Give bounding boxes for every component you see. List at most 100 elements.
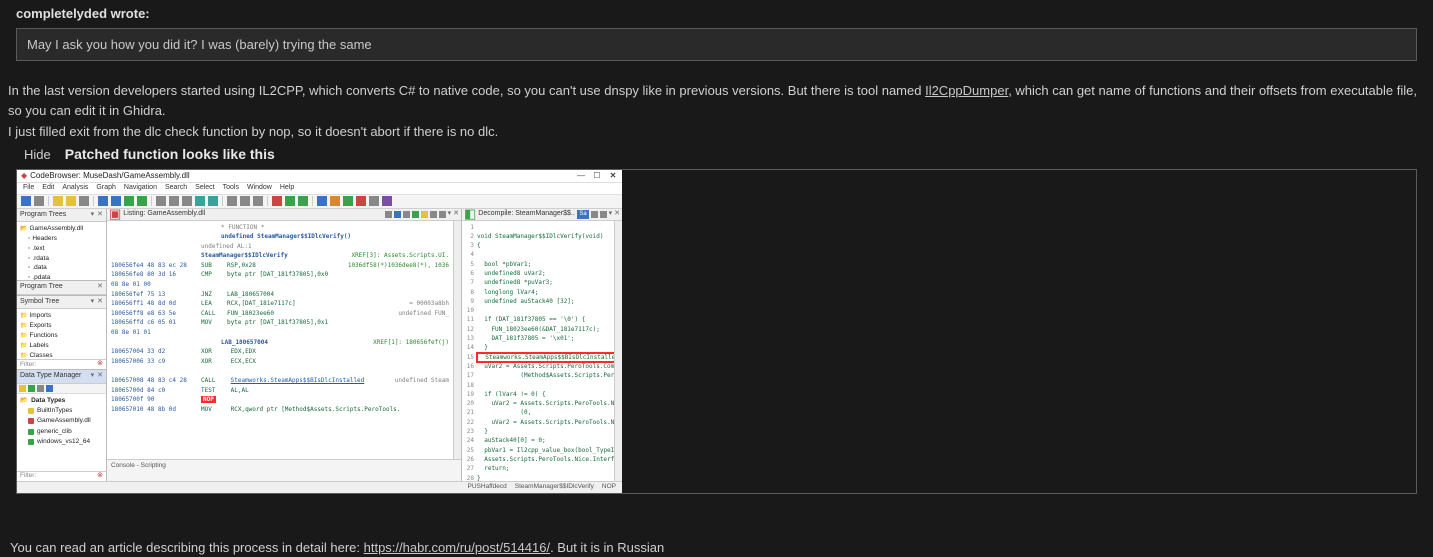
- tree-node[interactable]: Labels: [20, 341, 103, 351]
- tree-node[interactable]: Classes: [20, 351, 103, 359]
- menu-item[interactable]: Edit: [42, 183, 54, 194]
- toolbar-icon[interactable]: [19, 385, 26, 392]
- right-column: ◧ Decompile: SteamManager$$... Sa ▾ ✕ 12…: [462, 209, 622, 481]
- scrollbar[interactable]: [453, 221, 461, 459]
- toolbar-icon[interactable]: [382, 196, 392, 206]
- spoiler-title: Patched function looks like this: [65, 144, 275, 165]
- toolbar-icon[interactable]: [285, 196, 295, 206]
- panel-close-icon[interactable]: ✕: [97, 210, 103, 221]
- toolbar-icon[interactable]: [430, 211, 437, 218]
- habr-link[interactable]: https://habr.com/ru/post/514416/: [364, 540, 550, 555]
- toolbar-icon[interactable]: [253, 196, 263, 206]
- tree-node[interactable]: .rdata: [20, 254, 103, 264]
- dtm-filter[interactable]: Filter:⊗: [17, 471, 106, 481]
- toolbar-icon[interactable]: [421, 211, 428, 218]
- listing-panel[interactable]: * FUNCTION *undefined SteamManager$$IDlc…: [107, 221, 453, 459]
- tree-node[interactable]: .data: [20, 263, 103, 273]
- toolbar-icon[interactable]: [600, 211, 607, 218]
- tree-node[interactable]: .text: [20, 244, 103, 254]
- toolbar-icon[interactable]: [53, 196, 63, 206]
- dtm-tree[interactable]: 📂Data Types BuiltInTypes GameAssembly.dl…: [17, 394, 106, 471]
- toolbar-icon[interactable]: [330, 196, 340, 206]
- toolbar-icon[interactable]: [66, 196, 76, 206]
- filter-clear-icon[interactable]: ⊗: [97, 471, 103, 482]
- toolbar-icon[interactable]: [124, 196, 134, 206]
- toolbar-icon[interactable]: [240, 196, 250, 206]
- toolbar-icon[interactable]: [439, 211, 446, 218]
- post-paragraph-1: In the last version developers started u…: [8, 81, 1427, 120]
- menu-item[interactable]: Search: [165, 183, 187, 194]
- toolbar-icon[interactable]: [394, 211, 401, 218]
- status-right: NOP: [602, 482, 616, 492]
- close-icon[interactable]: ✕: [608, 170, 618, 182]
- quote-body: May I ask you how you did it? I was (bar…: [16, 28, 1417, 62]
- toolbar-icon[interactable]: [343, 196, 353, 206]
- toolbar-icon[interactable]: [156, 196, 166, 206]
- tree-node[interactable]: .pdata: [20, 273, 103, 280]
- panel-close-icon[interactable]: ✕: [97, 297, 103, 308]
- decompile-title: Decompile: SteamManager$$...: [478, 209, 575, 220]
- toolbar-icon[interactable]: [356, 196, 366, 206]
- status-mid: SteamManager$$IDlcVerify: [515, 482, 594, 492]
- toolbar-icon[interactable]: [37, 385, 44, 392]
- maximize-icon[interactable]: ☐: [592, 170, 602, 182]
- status-left: PUSHaffdecd: [468, 482, 507, 492]
- toolbar-icon[interactable]: [403, 211, 410, 218]
- menu-item[interactable]: Navigation: [124, 183, 157, 194]
- panel-menu-icon[interactable]: ▾: [91, 297, 95, 308]
- menu-item[interactable]: Tools: [223, 183, 239, 194]
- menu-item[interactable]: Window: [247, 183, 272, 194]
- menu-item[interactable]: Select: [195, 183, 214, 194]
- quote-block: completelyded wrote: May I ask you how y…: [6, 0, 1427, 61]
- dtm-toolrow: [17, 384, 106, 394]
- toolbar-icon[interactable]: [591, 211, 598, 218]
- tree-root[interactable]: GameAssembly.dll: [20, 224, 103, 234]
- toolbar-icon[interactable]: [412, 211, 419, 218]
- toolbar-icon[interactable]: [169, 196, 179, 206]
- tree-node[interactable]: Headers: [20, 234, 103, 244]
- toolbar-icon[interactable]: [21, 196, 31, 206]
- toolbar-icon[interactable]: [34, 196, 44, 206]
- il2cppdumper-link[interactable]: Il2CppDumper: [925, 83, 1008, 98]
- toolbar-icon[interactable]: [385, 211, 392, 218]
- toolbar-icon[interactable]: [182, 196, 192, 206]
- left-column: Program Trees ▾✕ GameAssembly.dll Header…: [17, 209, 107, 481]
- dtm-title: Data Type Manager ▾✕: [17, 369, 106, 384]
- symbol-tree[interactable]: ImportsExportsFunctionsLabelsClassesName…: [17, 309, 106, 359]
- panel-menu-icon[interactable]: ▾: [91, 371, 95, 382]
- scrollbar[interactable]: [614, 221, 622, 481]
- console-panel: Console - Scripting: [107, 459, 461, 481]
- toolbar-icon[interactable]: [79, 196, 89, 206]
- toolbar-icon[interactable]: [317, 196, 327, 206]
- tree-node[interactable]: Imports: [20, 311, 103, 321]
- program-tree-tab[interactable]: Program Tree✕: [17, 280, 106, 295]
- toolbar-icon[interactable]: [272, 196, 282, 206]
- toolbar-icon[interactable]: [369, 196, 379, 206]
- menu-item[interactable]: Graph: [96, 183, 115, 194]
- console-title: Console - Scripting: [111, 462, 166, 469]
- toolbar-icon[interactable]: [98, 196, 108, 206]
- toolbar-icon[interactable]: [28, 385, 35, 392]
- decompile-panel[interactable]: 12void SteamManager$$IDlcVerify(void)3{4…: [462, 221, 614, 481]
- listing-title: Listing: GameAssembly.dll: [123, 209, 382, 220]
- toolbar-icon[interactable]: [137, 196, 147, 206]
- menu-item[interactable]: File: [23, 183, 34, 194]
- tree-node[interactable]: Functions: [20, 331, 103, 341]
- tree-node[interactable]: Exports: [20, 321, 103, 331]
- spoiler-hide-button[interactable]: Hide: [10, 145, 51, 165]
- footer-post: . But it is in Russian: [550, 540, 664, 555]
- toolbar-icon[interactable]: [298, 196, 308, 206]
- save-button[interactable]: Sa: [577, 210, 588, 219]
- toolbar: [17, 195, 622, 209]
- toolbar-icon[interactable]: [208, 196, 218, 206]
- minimize-icon[interactable]: —: [576, 170, 586, 182]
- panel-menu-icon[interactable]: ▾: [91, 210, 95, 221]
- toolbar-icon[interactable]: [227, 196, 237, 206]
- toolbar-icon[interactable]: [195, 196, 205, 206]
- menu-item[interactable]: Analysis: [62, 183, 88, 194]
- menu-item[interactable]: Help: [280, 183, 294, 194]
- symbol-filter[interactable]: Filter:⊗: [17, 359, 106, 369]
- toolbar-icon[interactable]: [46, 385, 53, 392]
- program-tree[interactable]: GameAssembly.dll Headers.text.rdata.data…: [17, 222, 106, 280]
- panel-close-icon[interactable]: ✕: [97, 371, 103, 382]
